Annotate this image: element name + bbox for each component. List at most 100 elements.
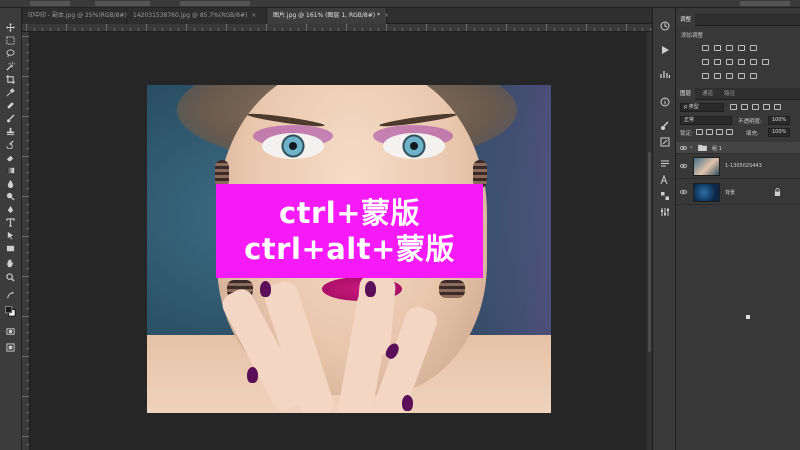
lock-artboard-icon[interactable] [716, 129, 723, 135]
fill-value[interactable]: 100% [768, 128, 790, 137]
eyedropper-tool-icon[interactable] [4, 87, 17, 98]
brightness-icon[interactable] [702, 45, 709, 51]
exposure-icon[interactable] [738, 45, 745, 51]
ruler-tick [26, 148, 29, 149]
invert-icon[interactable] [702, 73, 709, 79]
filter-pixel-icon[interactable] [730, 104, 737, 110]
menu-strip[interactable] [30, 1, 70, 6]
document-tab-2[interactable]: 142031538760.jpg @ 85.7%(RGB/8#) × [127, 8, 267, 24]
tab-layers[interactable]: 图层 [676, 88, 696, 100]
levels-icon[interactable] [714, 45, 721, 51]
layer-row-background[interactable]: 背景 [676, 180, 800, 205]
lock-position-icon[interactable] [706, 129, 713, 135]
ruler-tick [298, 28, 299, 31]
eraser-tool-icon[interactable] [4, 152, 17, 163]
close-icon[interactable]: × [251, 12, 256, 19]
ruler-tick [26, 60, 29, 61]
type-tool-icon[interactable] [4, 217, 17, 228]
ruler-tick [218, 28, 219, 31]
hue-saturation-icon[interactable] [702, 59, 709, 65]
filter-shape-icon[interactable] [763, 104, 770, 110]
brush-presets-icon[interactable] [659, 136, 671, 148]
properties-icon[interactable] [659, 68, 671, 80]
curves-icon[interactable] [726, 45, 733, 51]
opacity-value[interactable]: 100% [768, 116, 790, 125]
layer-kind-filter[interactable]: ρ 类型 [680, 103, 724, 112]
swap-colors-icon[interactable] [4, 290, 17, 301]
tab-paths[interactable]: 路径 [720, 88, 739, 100]
zoom-tool-icon[interactable] [4, 272, 17, 283]
tab-channels[interactable]: 通道 [698, 88, 717, 100]
ruler-tick [554, 28, 555, 31]
layer-row-group[interactable]: › 组 1 [676, 142, 800, 154]
paragraph-icon[interactable] [659, 158, 671, 170]
ruler-tick [482, 28, 483, 31]
ruler-tick [538, 28, 539, 31]
posterize-icon[interactable] [714, 73, 721, 79]
blur-tool-icon[interactable] [4, 178, 17, 189]
info-icon[interactable] [659, 96, 671, 108]
filter-smart-object-icon[interactable] [774, 104, 781, 110]
selective-color-icon[interactable] [750, 73, 757, 79]
pen-tool-icon[interactable] [4, 204, 17, 215]
character-icon[interactable] [659, 174, 671, 186]
document-tab-1[interactable]: 印中印 - 副本.jpg @ 25%(RGB/8#)× [22, 8, 136, 24]
filter-type-icon[interactable] [752, 104, 759, 110]
clone-stamp-tool-icon[interactable] [4, 126, 17, 137]
ruler-tick [26, 428, 29, 429]
color-lookup-icon[interactable] [762, 59, 769, 65]
tab-adjustments[interactable]: 调整 [676, 14, 696, 26]
document-tab-3[interactable]: 图片.jpg @ 161% (图层 1, RGB/8#) * × [267, 8, 389, 24]
menu-strip[interactable] [95, 1, 150, 6]
visibility-eye-icon[interactable] [680, 163, 687, 169]
ruler-tick [26, 172, 29, 173]
brush-settings-icon[interactable] [659, 120, 671, 132]
vibrance-icon[interactable] [750, 45, 757, 51]
hand-tool-icon[interactable] [4, 258, 17, 269]
layer-row-image[interactable]: 1-130502S443 [676, 154, 800, 179]
move-tool-icon[interactable] [4, 22, 17, 33]
path-selection-tool-icon[interactable] [4, 230, 17, 241]
crop-tool-icon[interactable] [4, 74, 17, 85]
adjust-icon[interactable] [659, 206, 671, 218]
ruler-tick [138, 28, 139, 31]
lock-all-icon[interactable] [726, 129, 733, 135]
lock-pixels-icon[interactable] [696, 129, 703, 135]
quick-mask-icon[interactable] [4, 326, 17, 337]
lasso-tool-icon[interactable] [4, 48, 17, 59]
visibility-eye-icon[interactable] [680, 145, 687, 151]
menu-strip[interactable] [180, 1, 250, 6]
ruler-tick [26, 140, 29, 141]
glyphs-icon[interactable] [659, 190, 671, 202]
filter-adjustment-icon[interactable] [741, 104, 748, 110]
scrollbar-thumb[interactable] [648, 152, 651, 352]
menu-strip[interactable] [740, 1, 790, 6]
color-balance-icon[interactable] [714, 59, 721, 65]
threshold-icon[interactable] [726, 73, 733, 79]
ruler-tick [346, 24, 347, 31]
gradient-map-icon[interactable] [738, 73, 745, 79]
close-icon[interactable]: × [384, 12, 389, 19]
magic-wand-tool-icon[interactable] [4, 61, 17, 72]
gradient-tool-icon[interactable] [4, 165, 17, 176]
brush-tool-icon[interactable] [4, 113, 17, 124]
group-expand-icon[interactable]: › [690, 144, 692, 151]
ruler-tick [522, 28, 523, 31]
history-brush-tool-icon[interactable] [4, 139, 17, 150]
visibility-eye-icon[interactable] [680, 189, 687, 195]
color-swatches-icon[interactable] [4, 304, 17, 318]
channel-mixer-icon[interactable] [750, 59, 757, 65]
rectangle-tool-icon[interactable] [4, 243, 17, 254]
history-icon[interactable] [659, 20, 671, 32]
ruler-tick [26, 260, 29, 261]
play-icon[interactable] [659, 44, 671, 56]
dodge-tool-icon[interactable] [4, 191, 17, 202]
healing-brush-tool-icon[interactable] [4, 100, 17, 111]
screen-mode-icon[interactable] [4, 342, 17, 353]
marquee-tool-icon[interactable] [4, 35, 17, 46]
ruler-tick [178, 28, 179, 31]
ruler-tick [594, 28, 595, 31]
blend-mode-select[interactable]: 正常 [680, 116, 732, 125]
black-white-icon[interactable] [726, 59, 733, 65]
photo-filter-icon[interactable] [738, 59, 745, 65]
